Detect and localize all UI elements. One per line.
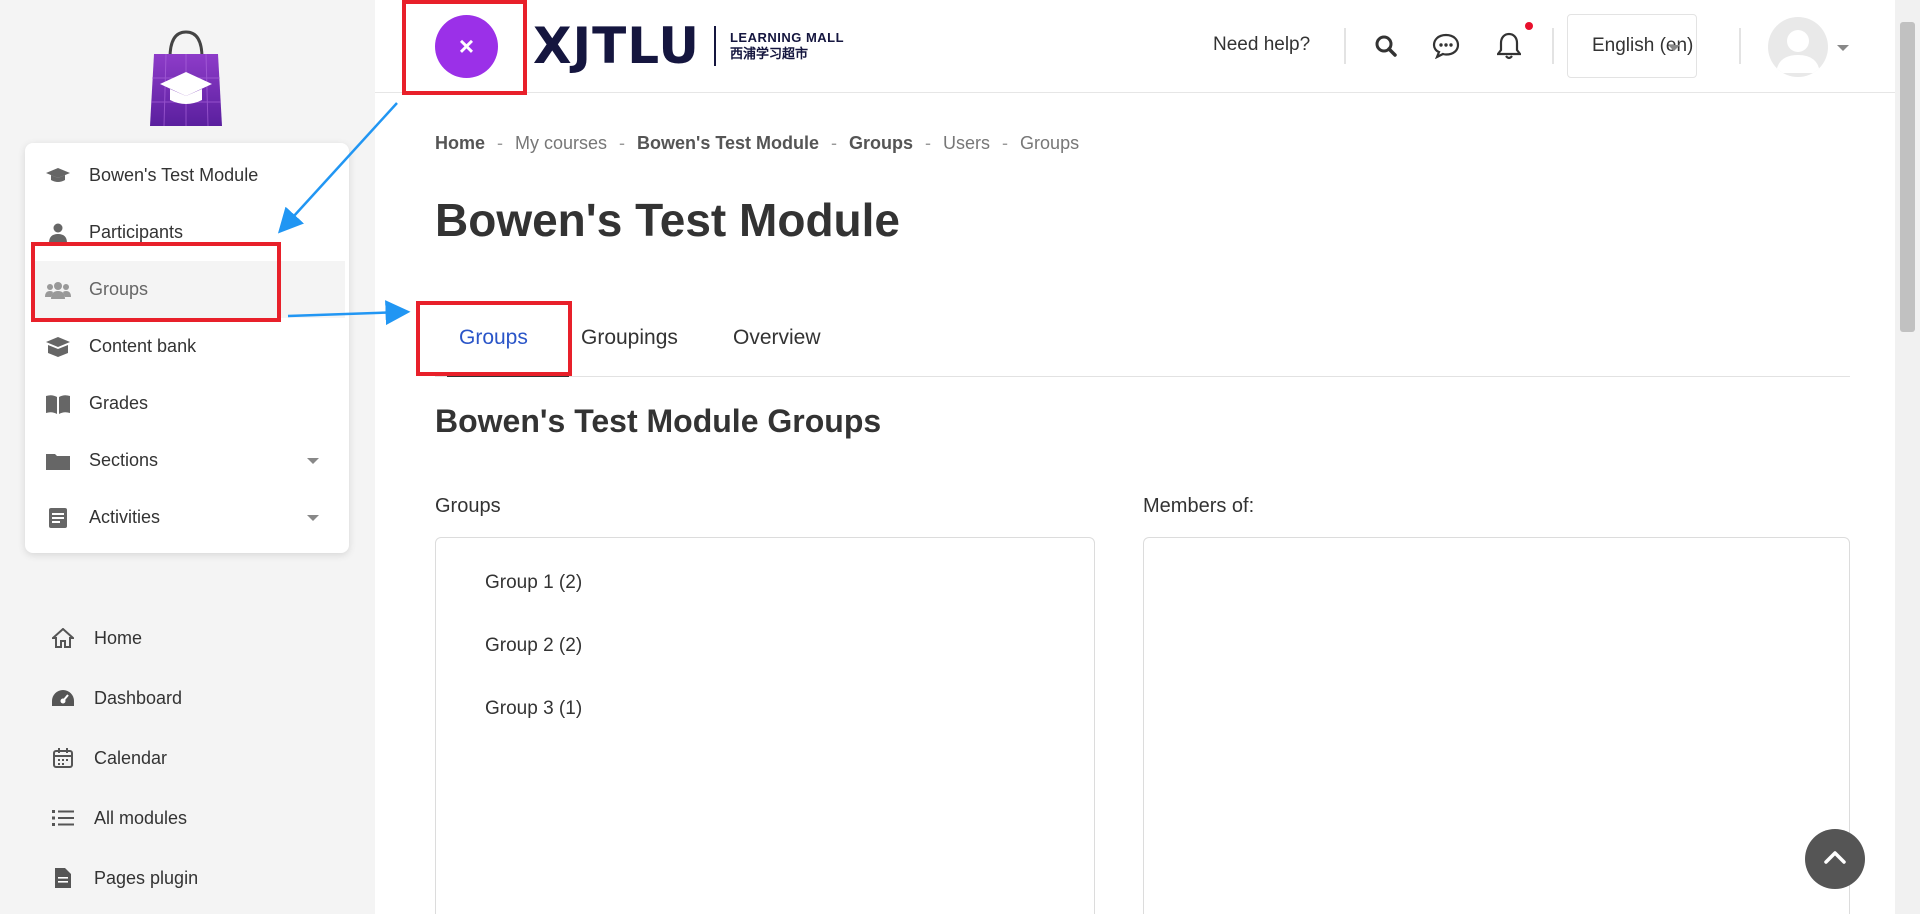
groups-select-list[interactable]: Group 1 (2) Group 2 (2) Group 3 (1) [435, 537, 1095, 914]
nav-item-all-modules[interactable]: All modules [50, 798, 187, 838]
top-header: × XJTLU LEARNING MALL 西浦学习超市 Need help? … [375, 0, 1895, 93]
avatar[interactable] [1768, 17, 1828, 77]
breadcrumb-item[interactable]: Users [943, 133, 990, 154]
site-logo[interactable] [146, 28, 226, 128]
nav-item-home[interactable]: Home [50, 618, 142, 658]
calendar-icon [50, 746, 76, 770]
breadcrumb-separator: - [925, 133, 932, 153]
folder-icon [45, 450, 71, 472]
back-to-top-button[interactable] [1805, 829, 1865, 889]
chevron-down-icon [307, 515, 319, 521]
brand-divider [713, 26, 716, 66]
brand-name: XJTLU [533, 17, 700, 75]
brand-subtitle-en: LEARNING MALL [729, 30, 845, 45]
course-nav-item-sections[interactable]: Sections [25, 432, 349, 489]
page-scrollbar[interactable] [1895, 0, 1920, 914]
group-option[interactable]: Group 1 (2) [485, 572, 582, 594]
course-nav-label: Grades [89, 393, 149, 413]
course-nav-item-participants[interactable]: Participants [25, 204, 349, 261]
members-list-label: Members of: [1143, 495, 1255, 517]
group-tabs: Groups Groupings Overview [435, 310, 1850, 377]
nav-label: Dashboard [94, 687, 183, 708]
breadcrumb-item[interactable]: Bowen's Test Module [637, 133, 819, 154]
course-nav-item-grades[interactable]: Grades [25, 375, 349, 432]
course-nav-label: Content bank [89, 336, 197, 356]
list-icon [50, 806, 76, 830]
course-nav-item-course[interactable]: Bowen's Test Module [25, 147, 349, 204]
graduation-cap-icon [45, 165, 71, 187]
nav-item-calendar[interactable]: Calendar [50, 738, 167, 778]
tab-groupings[interactable]: Groupings [581, 326, 678, 350]
page-title: Bowen's Test Module [435, 194, 901, 246]
user-icon [45, 222, 71, 244]
breadcrumb-separator: - [1002, 133, 1009, 153]
brand-subtitle-zh: 西浦学习超市 [729, 46, 808, 61]
file-icon [50, 866, 76, 890]
course-nav-label: Bowen's Test Module [89, 165, 259, 185]
course-nav-label: Activities [89, 507, 161, 527]
breadcrumb-separator: - [831, 133, 838, 153]
breadcrumb-separator: - [619, 133, 626, 153]
close-drawer-button[interactable]: × [435, 15, 498, 78]
course-nav-item-groups[interactable]: Groups [31, 261, 345, 318]
book-icon [45, 393, 71, 415]
nav-label: Home [94, 627, 143, 648]
section-title: Bowen's Test Module Groups [435, 403, 882, 439]
language-selector[interactable]: English (en) [1567, 14, 1697, 78]
search-icon[interactable] [1370, 30, 1402, 62]
brand-logo[interactable]: XJTLU LEARNING MALL 西浦学习超市 [533, 17, 844, 75]
course-nav-label: Participants [89, 222, 184, 242]
need-help-link[interactable]: Need help? [1213, 34, 1310, 56]
file-text-icon [45, 507, 71, 529]
header-divider [1344, 28, 1346, 64]
breadcrumb: Home - My courses - Bowen's Test Module … [435, 133, 1079, 154]
active-tab-indicator [447, 374, 569, 377]
chevron-down-icon [1668, 45, 1680, 51]
breadcrumb-item-current: Groups [1020, 133, 1080, 153]
group-option[interactable]: Group 2 (2) [485, 635, 582, 657]
course-nav-item-activities[interactable]: Activities [25, 489, 349, 546]
chevron-down-icon[interactable] [1837, 45, 1849, 51]
left-drawer: Bowen's Test Module Participants Groups … [0, 0, 375, 914]
chevron-down-icon [307, 458, 319, 464]
breadcrumb-item[interactable]: Home [435, 133, 485, 154]
breadcrumb-separator: - [497, 133, 504, 153]
tab-overview[interactable]: Overview [733, 326, 821, 350]
nav-item-pages-plugin[interactable]: Pages plugin [50, 858, 198, 898]
header-divider [1552, 28, 1554, 64]
messages-icon[interactable] [1430, 30, 1462, 62]
group-option[interactable]: Group 3 (1) [485, 698, 582, 720]
course-nav-label: Groups [89, 279, 149, 299]
box-icon [45, 336, 71, 358]
nav-label: Pages plugin [94, 867, 199, 888]
header-divider [1739, 28, 1741, 64]
nav-label: All modules [94, 807, 188, 828]
scrollbar-thumb[interactable] [1900, 22, 1915, 332]
course-nav-label: Sections [89, 450, 159, 470]
bell-icon[interactable] [1493, 30, 1525, 62]
close-icon: × [458, 31, 475, 61]
brand-subtitle: LEARNING MALL 西浦学习超市 [730, 30, 844, 62]
tab-groups[interactable]: Groups [459, 326, 528, 350]
chevron-up-icon [1823, 849, 1847, 870]
course-navigation: Bowen's Test Module Participants Groups … [25, 143, 349, 553]
users-icon [45, 279, 71, 301]
breadcrumb-item[interactable]: Groups [849, 133, 913, 154]
course-nav-item-content-bank[interactable]: Content bank [25, 318, 349, 375]
groups-list-label: Groups [435, 495, 501, 517]
notification-badge [1525, 22, 1533, 30]
breadcrumb-item[interactable]: My courses [515, 133, 607, 154]
tachometer-icon [50, 686, 76, 710]
nav-item-dashboard[interactable]: Dashboard [50, 678, 182, 718]
nav-label: Calendar [94, 747, 168, 768]
members-select-list[interactable] [1143, 537, 1850, 914]
home-icon [50, 626, 76, 650]
